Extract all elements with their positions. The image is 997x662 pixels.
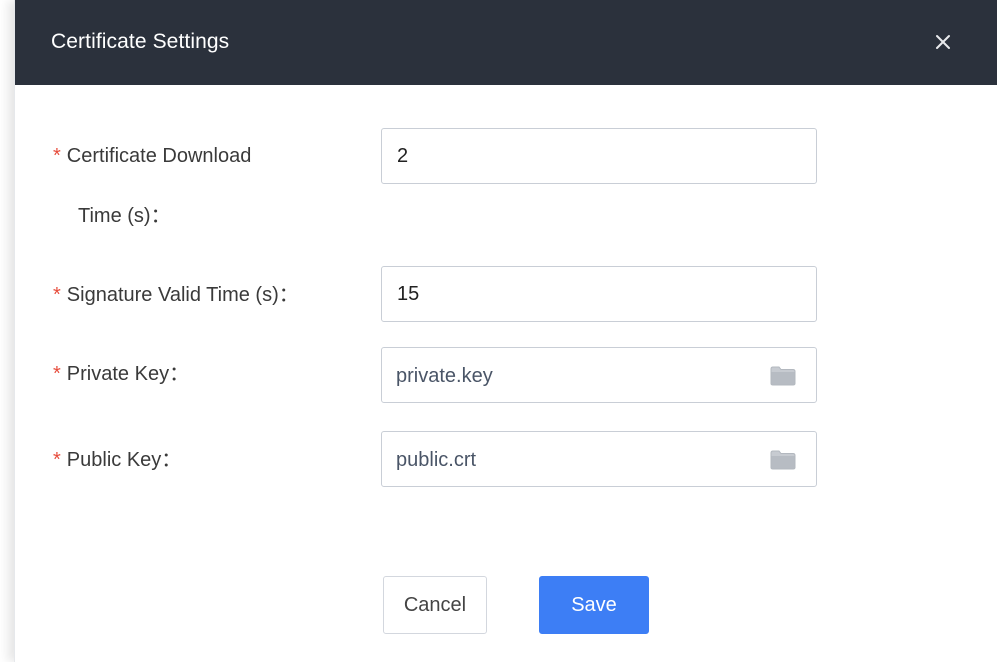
folder-icon[interactable] [770, 450, 796, 470]
cert-download-time-label-line2: Time (s)： [78, 205, 171, 227]
required-mark: * [53, 449, 61, 471]
public-key-file-input[interactable]: public.crt [381, 431, 817, 487]
close-icon [936, 35, 950, 49]
certificate-settings-dialog: Certificate Settings * Certificate Downlo… [14, 0, 997, 662]
close-button[interactable] [929, 28, 957, 56]
cert-download-time-label: * Certificate Download [53, 142, 251, 170]
signature-valid-time-label-text: Signature Valid Time (s)： [66, 284, 299, 306]
folder-icon[interactable] [770, 366, 796, 386]
signature-valid-time-label: * Signature Valid Time (s)： [53, 281, 299, 309]
required-mark: * [53, 145, 61, 167]
private-key-label: * Private Key： [53, 360, 189, 388]
required-mark: * [53, 284, 61, 306]
public-key-file-name: public.crt [396, 449, 477, 471]
dialog-header: Certificate Settings [15, 0, 997, 85]
signature-valid-time-input[interactable] [381, 266, 817, 322]
required-mark: * [53, 363, 61, 385]
private-key-label-text: Private Key： [66, 363, 190, 385]
public-key-label: * Public Key： [53, 446, 181, 474]
cancel-button[interactable]: Cancel [383, 576, 487, 634]
dialog-title: Certificate Settings [51, 30, 230, 53]
private-key-file-name: private.key [396, 365, 493, 387]
public-key-label-text: Public Key： [66, 449, 182, 471]
page: Certificate Settings * Certificate Downlo… [0, 0, 997, 662]
private-key-file-input[interactable]: private.key [381, 347, 817, 403]
cert-download-time-label-line1: Certificate Download [66, 145, 252, 167]
cert-download-time-input[interactable] [381, 128, 817, 184]
save-button[interactable]: Save [539, 576, 649, 634]
